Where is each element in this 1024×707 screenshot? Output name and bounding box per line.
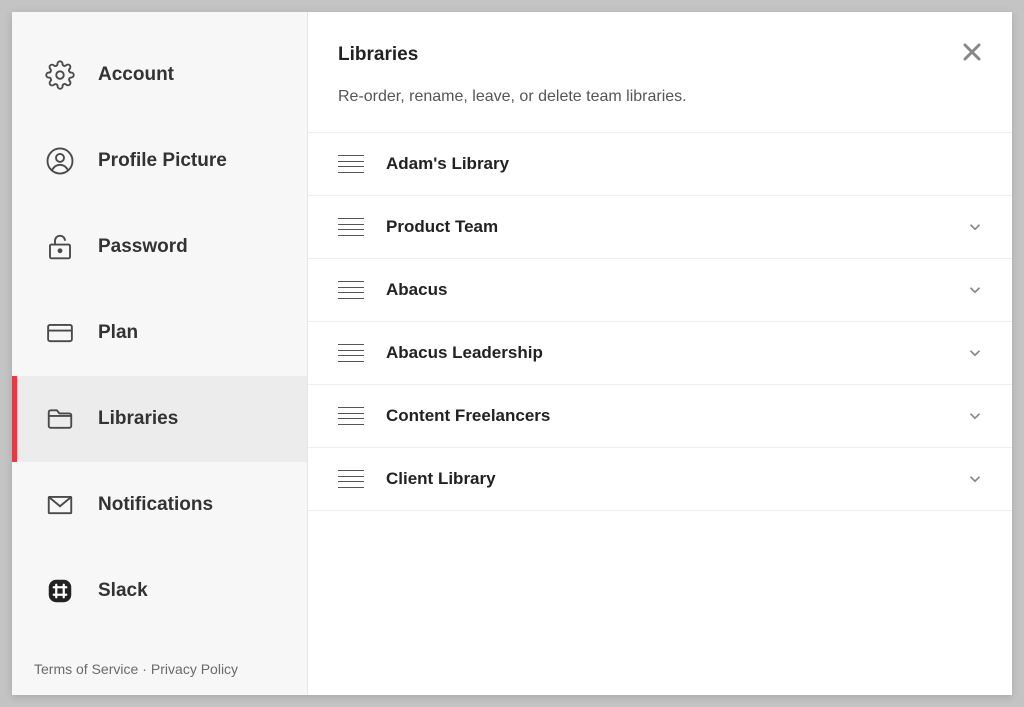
sidebar-item-account[interactable]: Account — [12, 32, 307, 118]
close-button[interactable] — [960, 40, 984, 64]
drag-handle-icon[interactable] — [338, 218, 364, 236]
drag-handle-icon[interactable] — [338, 344, 364, 362]
sidebar: Account Profile Picture — [12, 12, 308, 695]
drag-handle-icon[interactable] — [338, 281, 364, 299]
drag-handle-icon[interactable] — [338, 155, 364, 173]
profile-icon — [42, 143, 78, 179]
mail-icon — [42, 487, 78, 523]
library-row[interactable]: Adam's Library — [308, 133, 1012, 196]
lock-icon — [42, 229, 78, 265]
library-row[interactable]: Client Library — [308, 448, 1012, 511]
close-icon — [960, 40, 984, 64]
library-name: Client Library — [386, 469, 966, 489]
sidebar-item-notifications[interactable]: Notifications — [12, 462, 307, 548]
sidebar-footer: Terms of Service·Privacy Policy — [12, 643, 307, 695]
drag-handle-icon[interactable] — [338, 470, 364, 488]
sidebar-items: Account Profile Picture — [12, 32, 307, 643]
libraries-list: Adam's Library Product Team Abacus Abacu… — [308, 133, 1012, 511]
chevron-down-icon — [966, 407, 984, 425]
library-name: Adam's Library — [386, 154, 984, 174]
chevron-down-icon — [966, 281, 984, 299]
page-title: Libraries — [338, 44, 982, 66]
library-name: Content Freelancers — [386, 406, 966, 426]
card-icon — [42, 315, 78, 351]
library-row[interactable]: Abacus Leadership — [308, 322, 1012, 385]
gear-icon — [42, 57, 78, 93]
library-name: Abacus Leadership — [386, 343, 966, 363]
library-row[interactable]: Content Freelancers — [308, 385, 1012, 448]
chevron-down-icon — [966, 344, 984, 362]
sidebar-item-label: Notifications — [98, 494, 213, 516]
page-subtitle: Re-order, rename, leave, or delete team … — [338, 88, 982, 106]
library-name: Abacus — [386, 280, 966, 300]
settings-window: Account Profile Picture — [12, 12, 1012, 695]
sidebar-item-label: Plan — [98, 322, 138, 344]
sidebar-item-password[interactable]: Password — [12, 204, 307, 290]
sidebar-item-label: Password — [98, 236, 188, 258]
chevron-down-icon — [966, 470, 984, 488]
folder-icon — [42, 401, 78, 437]
sidebar-item-libraries[interactable]: Libraries — [12, 376, 307, 462]
sidebar-item-plan[interactable]: Plan — [12, 290, 307, 376]
sidebar-item-label: Slack — [98, 580, 148, 602]
main-panel: Libraries Re-order, rename, leave, or de… — [308, 12, 1012, 695]
drag-handle-icon[interactable] — [338, 407, 364, 425]
sidebar-item-label: Profile Picture — [98, 150, 227, 172]
privacy-link[interactable]: Privacy Policy — [151, 661, 238, 677]
chevron-down-icon — [966, 218, 984, 236]
sidebar-item-label: Account — [98, 64, 174, 86]
slack-icon — [42, 573, 78, 609]
sidebar-item-label: Libraries — [98, 408, 178, 430]
library-name: Product Team — [386, 217, 966, 237]
library-row[interactable]: Abacus — [308, 259, 1012, 322]
main-header: Libraries Re-order, rename, leave, or de… — [308, 12, 1012, 133]
terms-link[interactable]: Terms of Service — [34, 661, 138, 677]
sidebar-item-profile-picture[interactable]: Profile Picture — [12, 118, 307, 204]
library-row[interactable]: Product Team — [308, 196, 1012, 259]
sidebar-item-slack[interactable]: Slack — [12, 548, 307, 634]
